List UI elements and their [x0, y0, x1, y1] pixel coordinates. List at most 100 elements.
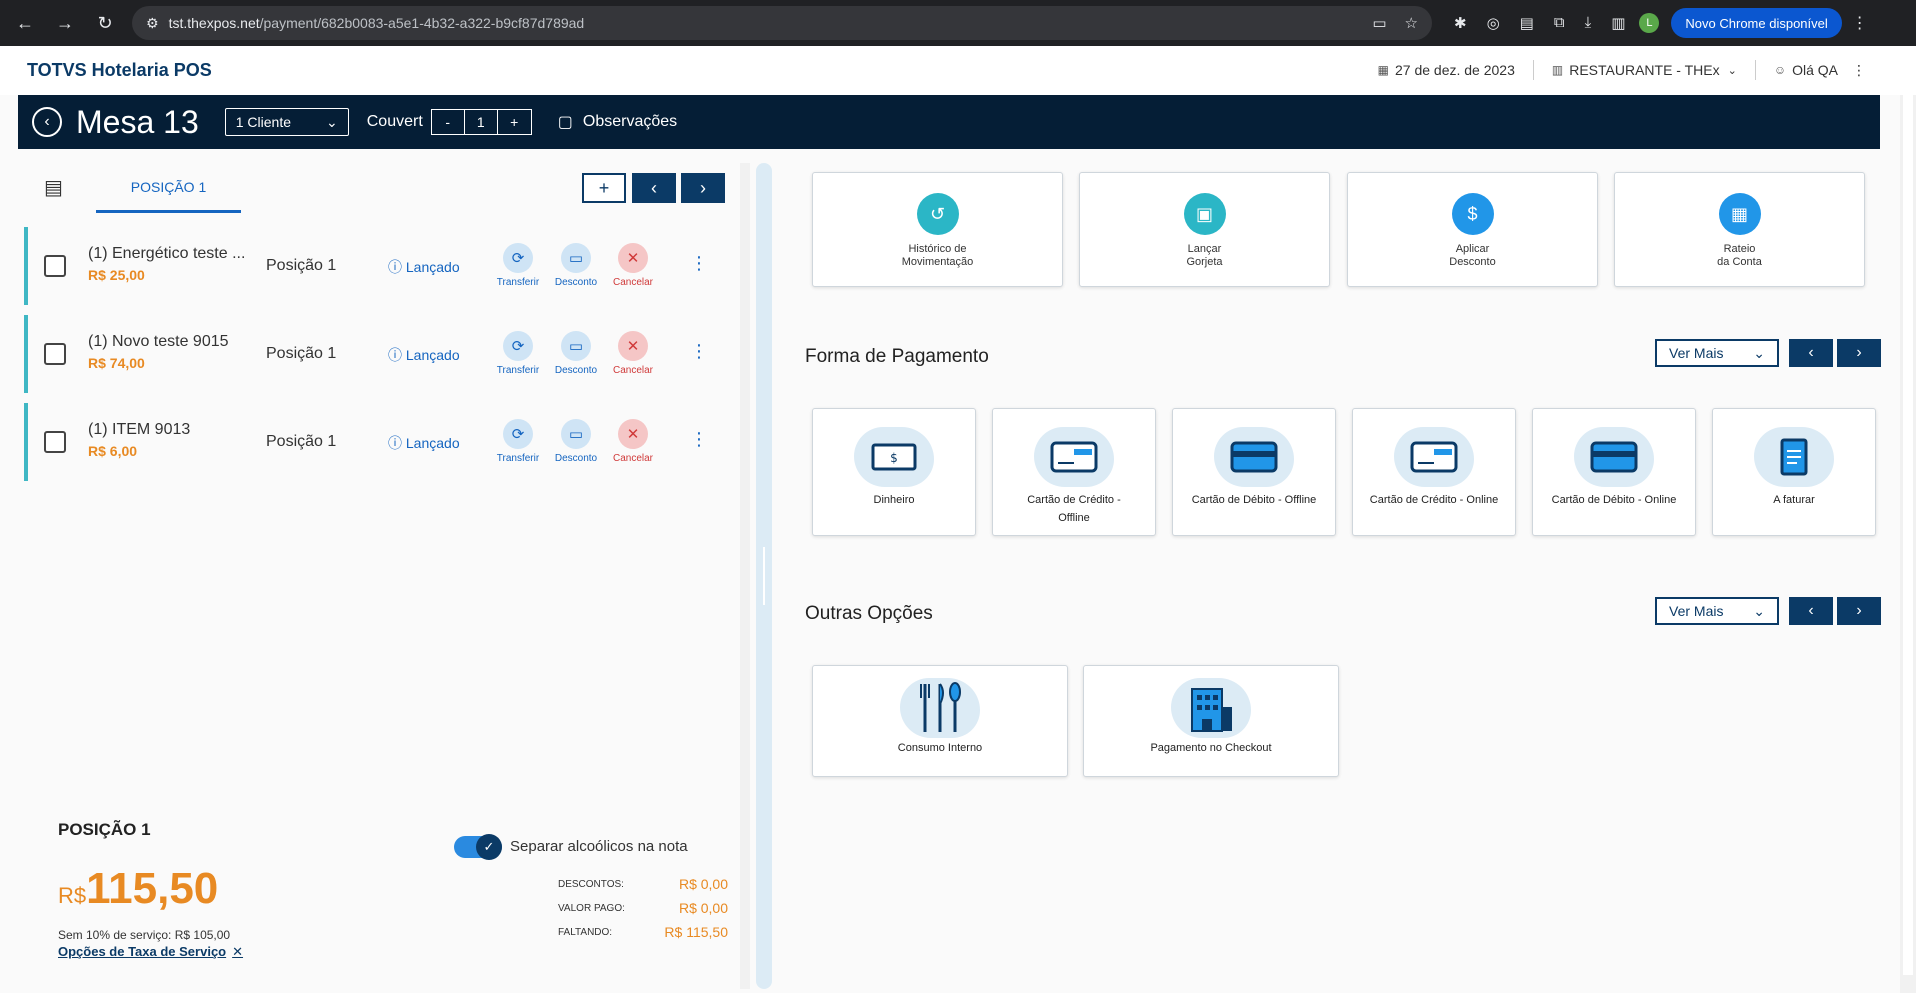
- prev-position-button[interactable]: ‹: [632, 173, 676, 203]
- payment-method-debito-offline[interactable]: Cartão de Débito - Offline: [1172, 408, 1336, 536]
- item-more-icon[interactable]: ⋮: [690, 341, 708, 362]
- total-value: 115,50: [86, 864, 219, 913]
- cancel-button[interactable]: ✕ Cancelar: [603, 419, 663, 464]
- notes-icon[interactable]: ▤: [44, 175, 63, 200]
- extension-icon[interactable]: ◎: [1487, 14, 1500, 32]
- page-scrollbar[interactable]: [1900, 95, 1916, 993]
- transfer-button[interactable]: ⟳ Transferir: [488, 331, 548, 376]
- payment-next-button[interactable]: ›: [1837, 339, 1881, 367]
- payment-method-debito-online[interactable]: Cartão de Débito - Online: [1532, 408, 1696, 536]
- payment-ver-mais-select[interactable]: Ver Mais ⌄: [1655, 339, 1779, 367]
- profile-avatar[interactable]: L: [1639, 13, 1660, 33]
- couvert-plus-button[interactable]: +: [498, 110, 531, 134]
- couvert-label: Couvert: [366, 113, 423, 130]
- cancel-button[interactable]: ✕ Cancelar: [603, 243, 663, 288]
- chevron-down-icon[interactable]: ⌄: [1728, 64, 1737, 77]
- browser-toolbar: ← → ↻ ⚙ tst.thexpos.net/payment/682b0083…: [0, 0, 1916, 46]
- bookmark-star-icon[interactable]: ☆: [1405, 14, 1418, 32]
- chrome-update-button[interactable]: Novo Chrome disponível: [1671, 8, 1842, 38]
- payment-method-dinheiro[interactable]: $ Dinheiro: [812, 408, 976, 536]
- next-position-button[interactable]: ›: [681, 173, 725, 203]
- forward-icon[interactable]: →: [52, 13, 78, 34]
- chevron-right-icon: ›: [1856, 602, 1862, 619]
- desconto-card[interactable]: $ Aplicar Desconto: [1347, 172, 1598, 287]
- cancel-label: Cancelar: [612, 277, 654, 288]
- item-more-icon[interactable]: ⋮: [690, 429, 708, 450]
- payment-method-credito-offline[interactable]: Cartão de Crédito - Offline: [992, 408, 1156, 536]
- couvert-minus-button[interactable]: -: [432, 110, 465, 134]
- cancel-button[interactable]: ✕ Cancelar: [603, 331, 663, 376]
- transfer-label: Transferir: [496, 277, 540, 288]
- cast-icon[interactable]: ▭: [1372, 14, 1386, 32]
- payment-section-title: Forma de Pagamento: [805, 346, 989, 367]
- chrome-menu-icon[interactable]: ⋮: [1852, 13, 1868, 33]
- mesa-title: Mesa 13: [76, 103, 199, 140]
- payment-method-credito-online[interactable]: Cartão de Crédito - Online: [1352, 408, 1516, 536]
- rateio-card[interactable]: ▦ Rateio da Conta: [1614, 172, 1865, 287]
- debit-card-icon: [1574, 427, 1654, 487]
- extension-icon[interactable]: ▤: [1520, 14, 1534, 32]
- add-position-button[interactable]: +: [582, 173, 626, 203]
- panel-resize-handle[interactable]: [756, 163, 772, 989]
- couvert-value[interactable]: 1: [465, 110, 498, 134]
- payment-method-a-faturar[interactable]: A faturar: [1712, 408, 1876, 536]
- rateio-label: Rateio da Conta: [1717, 243, 1762, 268]
- item-price: R$ 25,00: [88, 267, 145, 283]
- discount-button[interactable]: ▭ Desconto: [546, 419, 606, 464]
- credit-card-icon: [1034, 427, 1114, 487]
- transfer-button[interactable]: ⟳ Transferir: [488, 243, 548, 288]
- gorjeta-card[interactable]: ▣ Lançar Gorjeta: [1079, 172, 1330, 287]
- back-button[interactable]: ‹: [32, 107, 62, 137]
- location-select[interactable]: RESTAURANTE - THEx: [1569, 62, 1719, 78]
- transfer-label: Transferir: [496, 365, 540, 376]
- observacoes-button[interactable]: ▢ Observações: [558, 112, 677, 132]
- others-ver-mais-select[interactable]: Ver Mais ⌄: [1655, 597, 1779, 625]
- tab-position-1[interactable]: POSIÇÃO 1: [96, 163, 241, 213]
- info-icon: ⓘ: [388, 435, 406, 451]
- item-checkbox[interactable]: [44, 255, 66, 277]
- option-consumo-interno[interactable]: Consumo Interno: [812, 665, 1068, 777]
- others-next-button[interactable]: ›: [1837, 597, 1881, 625]
- discount-icon: ▭: [561, 419, 591, 449]
- chevron-left-icon: ‹: [44, 113, 50, 130]
- puzzle-icon[interactable]: ⧉: [1554, 14, 1565, 32]
- option-pagamento-checkout[interactable]: Pagamento no Checkout: [1083, 665, 1339, 777]
- more-menu-icon[interactable]: ⋮: [1852, 62, 1866, 79]
- mesa-bar: ‹ Mesa 13 1 Cliente ⌄ Couvert - 1 + ▢ Ob…: [18, 95, 1880, 149]
- user-greeting[interactable]: Olá QA: [1792, 62, 1838, 78]
- building-icon: ▥: [1551, 63, 1564, 77]
- item-more-icon[interactable]: ⋮: [690, 253, 708, 274]
- back-icon[interactable]: ←: [12, 13, 38, 34]
- site-info-icon[interactable]: ⚙: [146, 15, 159, 32]
- chevron-right-icon: ›: [1856, 344, 1862, 361]
- svg-text:$: $: [890, 451, 898, 465]
- reload-icon[interactable]: ↻: [92, 13, 118, 34]
- separate-alcohol-toggle[interactable]: ✓: [454, 834, 502, 860]
- payment-prev-button[interactable]: ‹: [1789, 339, 1833, 367]
- item-checkbox[interactable]: [44, 431, 66, 453]
- transfer-button[interactable]: ⟳ Transferir: [488, 419, 548, 464]
- service-tax-options-link[interactable]: Opções de Taxa de Serviço ✕: [58, 944, 243, 960]
- page-scrollbar-thumb[interactable]: [1903, 95, 1913, 975]
- item-position: Posição 1: [266, 345, 337, 362]
- others-prev-button[interactable]: ‹: [1789, 597, 1833, 625]
- item-checkbox[interactable]: [44, 343, 66, 365]
- building-icon: [1171, 678, 1251, 738]
- extension-icon[interactable]: ✱: [1454, 14, 1467, 32]
- close-icon[interactable]: ✕: [232, 944, 243, 959]
- items-scrollbar[interactable]: [740, 163, 750, 989]
- discount-button[interactable]: ▭ Desconto: [546, 243, 606, 288]
- item-status-label: Lançado: [405, 259, 460, 275]
- address-bar[interactable]: ⚙ tst.thexpos.net/payment/682b0083-a5e1-…: [132, 6, 1432, 40]
- side-panel-icon[interactable]: ▥: [1611, 14, 1625, 32]
- valor-pago-label: VALOR PAGO:: [558, 902, 625, 914]
- client-select[interactable]: 1 Cliente ⌄: [224, 108, 349, 136]
- discount-button[interactable]: ▭ Desconto: [546, 331, 606, 376]
- download-icon[interactable]: ⤓: [1585, 14, 1592, 32]
- historico-card[interactable]: ↺ Histórico de Movimentação: [812, 172, 1063, 287]
- info-icon: ⓘ: [388, 259, 406, 275]
- divider: [1754, 60, 1756, 80]
- url-path: /payment/682b0083-a5e1-4b32-a322-b9cf87d…: [259, 15, 585, 31]
- cutlery-icon: [900, 678, 980, 738]
- discount-icon: ▭: [561, 331, 591, 361]
